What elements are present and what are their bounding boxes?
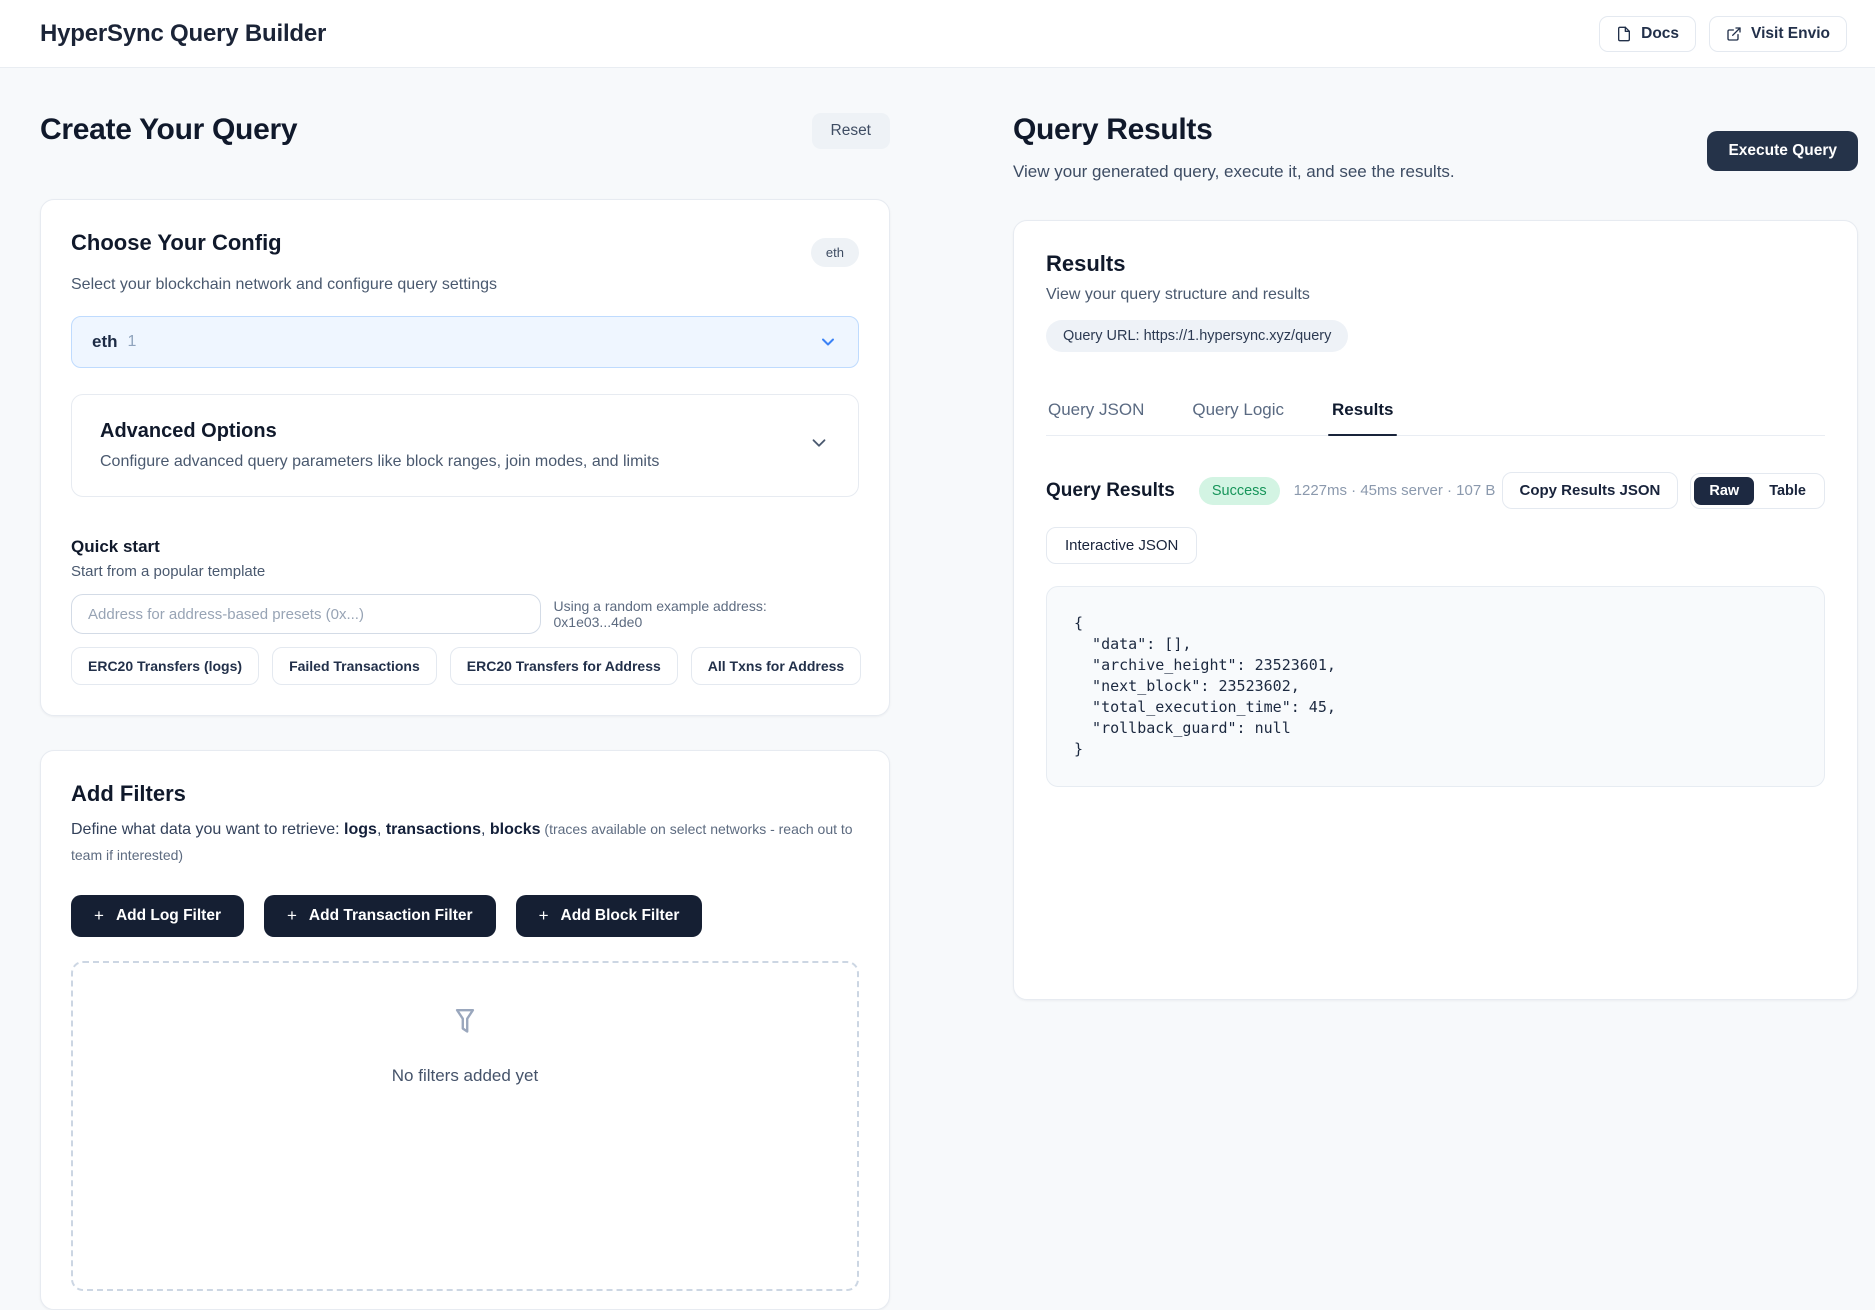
visit-envio-button-label: Visit Envio [1751, 25, 1830, 43]
tab-results[interactable]: Results [1330, 400, 1395, 435]
main-content: Create Your Query Reset Choose Your Conf… [0, 68, 1875, 1310]
config-card-subtitle: Select your blockchain network and confi… [71, 276, 859, 294]
filters-desc-sep1: , [377, 821, 386, 838]
chevron-down-icon [808, 432, 830, 459]
preset-erc20-transfers-for-address[interactable]: ERC20 Transfers for Address [450, 647, 678, 685]
chevron-down-icon [818, 332, 838, 352]
column-gap [890, 111, 1013, 1310]
results-card: Results View your query structure and re… [1013, 220, 1858, 1000]
results-tabs: Query JSON Query Logic Results [1046, 400, 1825, 436]
preset-buttons: ERC20 Transfers (logs) Failed Transactio… [71, 647, 859, 685]
filters-empty-state: No filters added yet [71, 961, 859, 1291]
add-block-filter-button[interactable]: + Add Block Filter [516, 895, 703, 937]
page-title-left: Create Your Query [40, 111, 297, 149]
address-hint: Using a random example address: 0x1e03..… [554, 598, 860, 630]
topbar-actions: Docs Visit Envio [1599, 16, 1847, 52]
funnel-icon [446, 1003, 484, 1046]
view-toggle-raw[interactable]: Raw [1694, 477, 1754, 505]
preset-erc20-transfers-logs[interactable]: ERC20 Transfers (logs) [71, 647, 259, 685]
network-select-chain-id: 1 [128, 333, 137, 351]
plus-icon: + [94, 907, 104, 924]
preset-all-txns-for-address[interactable]: All Txns for Address [691, 647, 861, 685]
quick-start-title: Quick start [71, 537, 859, 557]
query-results-subtitle: View your generated query, execute it, a… [1013, 162, 1455, 182]
filters-desc-transactions: transactions [386, 821, 481, 838]
results-json-text: { "data": [], "archive_height": 23523601… [1074, 613, 1797, 760]
advanced-options-title: Advanced Options [100, 420, 808, 443]
docs-button[interactable]: Docs [1599, 16, 1696, 52]
reset-button[interactable]: Reset [812, 113, 891, 149]
filters-empty-text: No filters added yet [392, 1066, 538, 1086]
document-icon [1616, 26, 1632, 42]
filters-card-title: Add Filters [71, 781, 859, 807]
filters-desc-prefix: Define what data you want to retrieve: [71, 821, 344, 838]
address-input[interactable] [71, 594, 541, 634]
plus-icon: + [539, 907, 549, 924]
filters-description: Define what data you want to retrieve: l… [71, 817, 859, 869]
query-results-section-title: Query Results [1046, 480, 1175, 502]
query-stats: 1227ms · 45ms server · 107 B [1294, 482, 1496, 499]
results-card-title: Results [1046, 251, 1825, 277]
status-badge: Success [1199, 477, 1280, 505]
page-title-right: Query Results [1013, 111, 1455, 149]
filters-desc-logs: logs [344, 821, 377, 838]
app-title: HyperSync Query Builder [40, 20, 326, 48]
add-block-filter-label: Add Block Filter [561, 907, 680, 925]
add-transaction-filter-button[interactable]: + Add Transaction Filter [264, 895, 496, 937]
visit-envio-button[interactable]: Visit Envio [1709, 16, 1847, 52]
config-card-title: Choose Your Config [71, 230, 282, 256]
query-results-column: Query Results View your generated query,… [1013, 111, 1858, 1310]
results-json-block: { "data": [], "archive_height": 23523601… [1046, 586, 1825, 787]
execute-query-button[interactable]: Execute Query [1707, 131, 1858, 171]
query-url-badge: Query URL: https://1.hypersync.xyz/query [1046, 320, 1348, 352]
tab-query-json[interactable]: Query JSON [1046, 400, 1146, 435]
query-builder-column: Create Your Query Reset Choose Your Conf… [40, 111, 890, 1310]
advanced-options-subtitle: Configure advanced query parameters like… [100, 453, 808, 471]
top-bar: HyperSync Query Builder Docs Visit Envio [0, 0, 1875, 68]
external-link-icon [1726, 26, 1742, 42]
network-select-name: eth [92, 332, 118, 352]
advanced-options-toggle[interactable]: Advanced Options Configure advanced quer… [71, 394, 859, 497]
filters-card: Add Filters Define what data you want to… [40, 750, 890, 1310]
preset-failed-transactions[interactable]: Failed Transactions [272, 647, 437, 685]
results-card-subtitle: View your query structure and results [1046, 286, 1825, 304]
filters-desc-sep2: , [481, 821, 490, 838]
interactive-json-button[interactable]: Interactive JSON [1046, 527, 1197, 564]
network-badge: eth [811, 238, 859, 267]
docs-button-label: Docs [1641, 25, 1679, 43]
quick-start-subtitle: Start from a popular template [71, 563, 859, 580]
filter-buttons: + Add Log Filter + Add Transaction Filte… [71, 895, 859, 937]
add-log-filter-label: Add Log Filter [116, 907, 221, 925]
network-select[interactable]: eth 1 [71, 316, 859, 368]
config-card: Choose Your Config eth Select your block… [40, 199, 890, 716]
add-log-filter-button[interactable]: + Add Log Filter [71, 895, 244, 937]
view-toggle: Raw Table [1690, 473, 1825, 509]
copy-results-json-button[interactable]: Copy Results JSON [1502, 472, 1679, 509]
view-toggle-table[interactable]: Table [1754, 477, 1821, 505]
filters-desc-blocks: blocks [490, 821, 541, 838]
tab-query-logic[interactable]: Query Logic [1190, 400, 1286, 435]
add-transaction-filter-label: Add Transaction Filter [309, 907, 473, 925]
plus-icon: + [287, 907, 297, 924]
